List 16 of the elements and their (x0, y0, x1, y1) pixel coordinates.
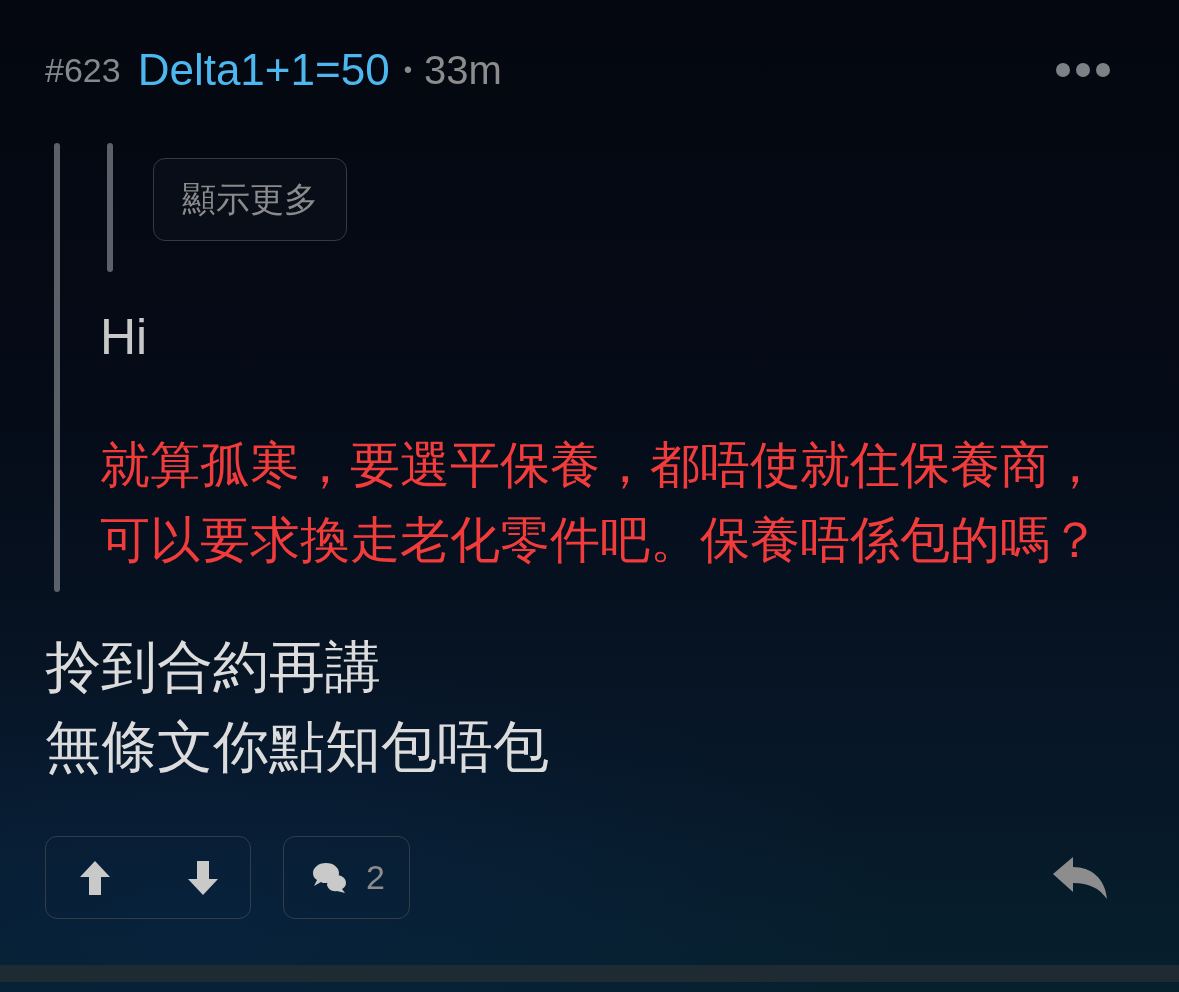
username-link[interactable]: Delta1+1=50 (137, 45, 390, 95)
upvote-arrow-icon[interactable] (80, 860, 110, 895)
quoted-text-line: 就算孤寒，要選平保養，都唔使就住保養商， (100, 436, 1100, 495)
reply-icon[interactable] (1053, 856, 1107, 899)
more-icon[interactable] (1056, 63, 1110, 77)
reply-text-line: 拎到合約再講 (45, 634, 382, 700)
post-time: 33m (424, 47, 502, 93)
comments-button[interactable]: 2 (283, 836, 410, 919)
downvote-arrow-icon[interactable] (188, 860, 218, 895)
separator-dot: • (403, 56, 413, 84)
comments-icon (312, 862, 346, 893)
quoted-text-line: Hi (100, 308, 149, 367)
show-more-button[interactable]: 顯示更多 (153, 158, 347, 241)
reply-text-line: 無條文你點知包唔包 (45, 714, 550, 780)
quoted-text-line: 可以要求換走老化零件吧。保養唔係包的嗎？ (100, 511, 1100, 570)
post-number: #623 (45, 50, 121, 90)
